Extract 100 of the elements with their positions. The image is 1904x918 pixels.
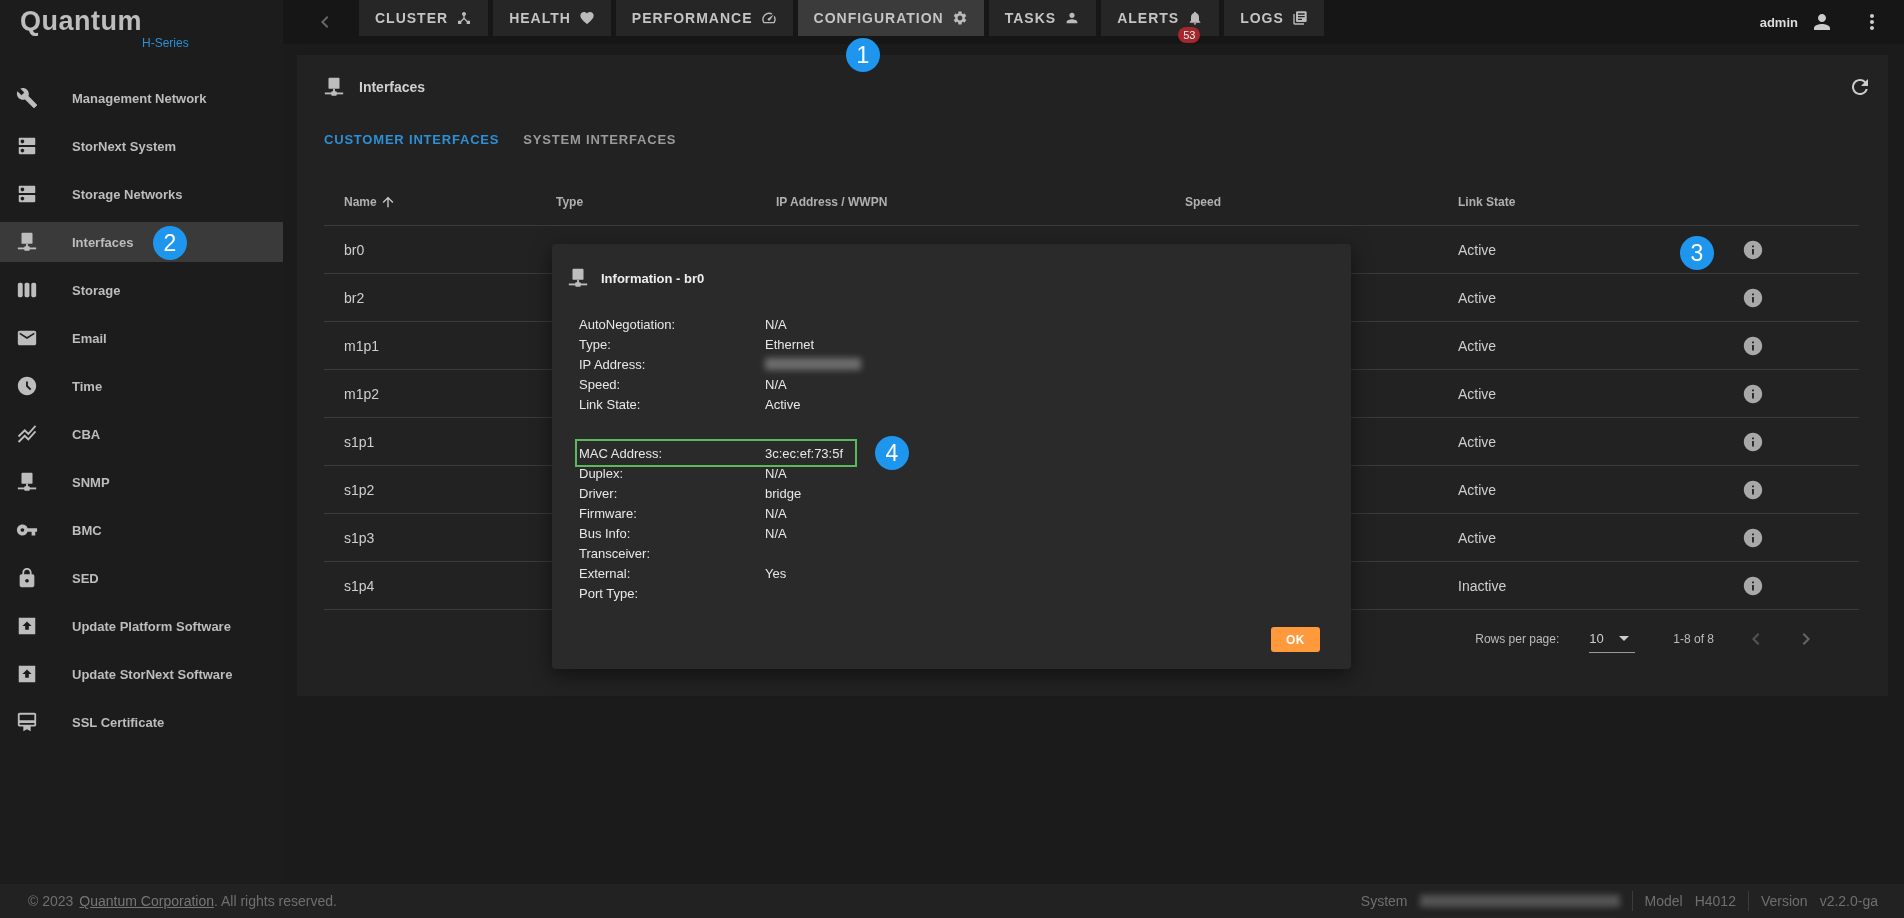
field-label: IP Address: (579, 356, 647, 372)
sidebar-item[interactable]: Update Platform Software (0, 606, 283, 646)
field-label: Link State: (579, 396, 642, 412)
network-computer-icon (16, 471, 38, 493)
sidebar-item[interactable]: SSL Certificate (0, 702, 283, 742)
table-cell: m1p1 (344, 337, 380, 354)
table-cell: Active (1458, 385, 1497, 402)
info-icon[interactable] (1742, 430, 1764, 453)
table-cell: s1p3 (344, 529, 375, 546)
server-icon (16, 135, 38, 157)
gauge-icon (760, 10, 777, 26)
table-cell: Active (1458, 337, 1497, 354)
table-cell: Inactive (1458, 577, 1507, 594)
version-value: v2.2.0-ga (1819, 893, 1878, 909)
interfaces-tab[interactable]: SYSTEM INTERFACES (523, 131, 677, 147)
rows-per-page-select[interactable]: 10 (1589, 625, 1636, 653)
rows-per-page-label: Rows per page: (1475, 632, 1560, 646)
field-label: Driver: (579, 485, 619, 501)
info-icon[interactable] (1742, 286, 1764, 309)
column-header[interactable]: Speed (1185, 195, 1221, 209)
table-cell: Active (1458, 241, 1497, 258)
network-computer-icon (16, 231, 38, 253)
info-icon[interactable] (1742, 334, 1764, 357)
table-cell: s1p2 (344, 481, 375, 498)
table-cell: m1p2 (344, 385, 380, 402)
alert-count-badge: 53 (1178, 27, 1201, 43)
field-label: Bus Info: (579, 525, 632, 541)
dialog-title: Information - br0 (601, 270, 705, 286)
table-cell: br2 (344, 289, 365, 306)
wrench-icon (16, 87, 38, 109)
sidebar-item[interactable]: StorNext System (0, 126, 283, 166)
page-range: 1-8 of 8 (1673, 632, 1714, 646)
info-icon[interactable] (1742, 238, 1764, 261)
interfaces-tab[interactable]: CUSTOMER INTERFACES (324, 131, 500, 147)
field-value: N/A (765, 376, 788, 392)
info-icon[interactable] (1742, 478, 1764, 501)
logo: Quantum (20, 6, 142, 36)
field-label: Type: (579, 336, 612, 352)
network-computer-icon (323, 76, 345, 98)
info-icon[interactable] (1742, 574, 1764, 597)
field-label: Port Type: (579, 585, 639, 601)
info-icon[interactable] (1742, 526, 1764, 549)
info-icon[interactable] (1742, 382, 1764, 405)
sidebar-item[interactable]: Management Network (0, 78, 283, 118)
sidebar-item[interactable]: Storage Networks (0, 174, 283, 214)
user-name: admin (1759, 14, 1798, 30)
sidebar-item[interactable]: Storage (0, 270, 283, 310)
sidebar-item[interactable]: SED (0, 558, 283, 598)
clock-icon (16, 375, 38, 397)
upload-icon (16, 663, 38, 685)
network-computer-icon (567, 267, 589, 289)
table-cell: Active (1458, 481, 1497, 498)
nav-tab[interactable]: CLUSTER (359, 0, 489, 36)
field-value: Active (765, 396, 802, 412)
field-value: N/A (765, 465, 788, 481)
field-label: Transceiver: (579, 545, 652, 561)
company-link[interactable]: Quantum Corporation (79, 893, 214, 909)
panel-title: Interfaces (359, 79, 426, 95)
field-label: MAC Address: (579, 445, 664, 461)
nav-tab[interactable]: PERFORMANCE (615, 0, 793, 36)
field-value: N/A (765, 316, 788, 332)
upload-icon (16, 615, 38, 637)
column-header[interactable]: Type (556, 195, 584, 209)
field-value: N/A (765, 505, 788, 521)
sidebar-item[interactable]: Update StorNext Software (0, 654, 283, 694)
field-label: Firmware: (579, 505, 638, 521)
logo-subtitle: H-Series (142, 36, 189, 50)
sidebar-item[interactable]: SNMP (0, 462, 283, 502)
field-label: Speed: (579, 376, 622, 392)
model-label: Model (1644, 893, 1683, 909)
sidebar-item[interactable]: Email (0, 318, 283, 358)
sidebar-item[interactable]: Time (0, 366, 283, 406)
column-header[interactable]: Link State (1458, 195, 1516, 209)
table-cell: Active (1458, 433, 1497, 450)
field-value: Ethernet (765, 336, 816, 352)
table-cell: s1p1 (344, 433, 375, 450)
nav-tab[interactable]: TASKS (988, 0, 1097, 36)
table-cell: s1p4 (344, 577, 375, 594)
nav-tab[interactable]: LOGS (1224, 0, 1324, 36)
field-value: 3c:ec:ef:73:5f (765, 445, 845, 461)
copyright-text: © 2023 (28, 893, 74, 909)
field-label: AutoNegotiation: (579, 316, 677, 332)
nav-tab[interactable]: CONFIGURATION (797, 0, 984, 36)
field-value: Yes (765, 565, 788, 581)
caret-icon (1619, 636, 1630, 641)
column-header[interactable]: Name (344, 194, 396, 210)
sidebar-item[interactable]: BMC (0, 510, 283, 550)
logs-icon (1291, 10, 1308, 26)
field-value: N/A (765, 525, 788, 541)
rights-text: . All rights reserved. (214, 893, 337, 909)
table-cell: Active (1458, 529, 1497, 546)
system-label: System (1360, 893, 1408, 909)
sidebar-item[interactable]: CBA (0, 414, 283, 454)
line-chart-icon (16, 423, 38, 445)
column-header[interactable]: IP Address / WWPN (776, 195, 888, 209)
model-value: H4012 (1694, 893, 1736, 909)
nav-tab[interactable]: HEALTH (493, 0, 611, 36)
field-value: bridge (765, 485, 803, 501)
hub-icon (456, 10, 473, 26)
server-icon (16, 183, 38, 205)
